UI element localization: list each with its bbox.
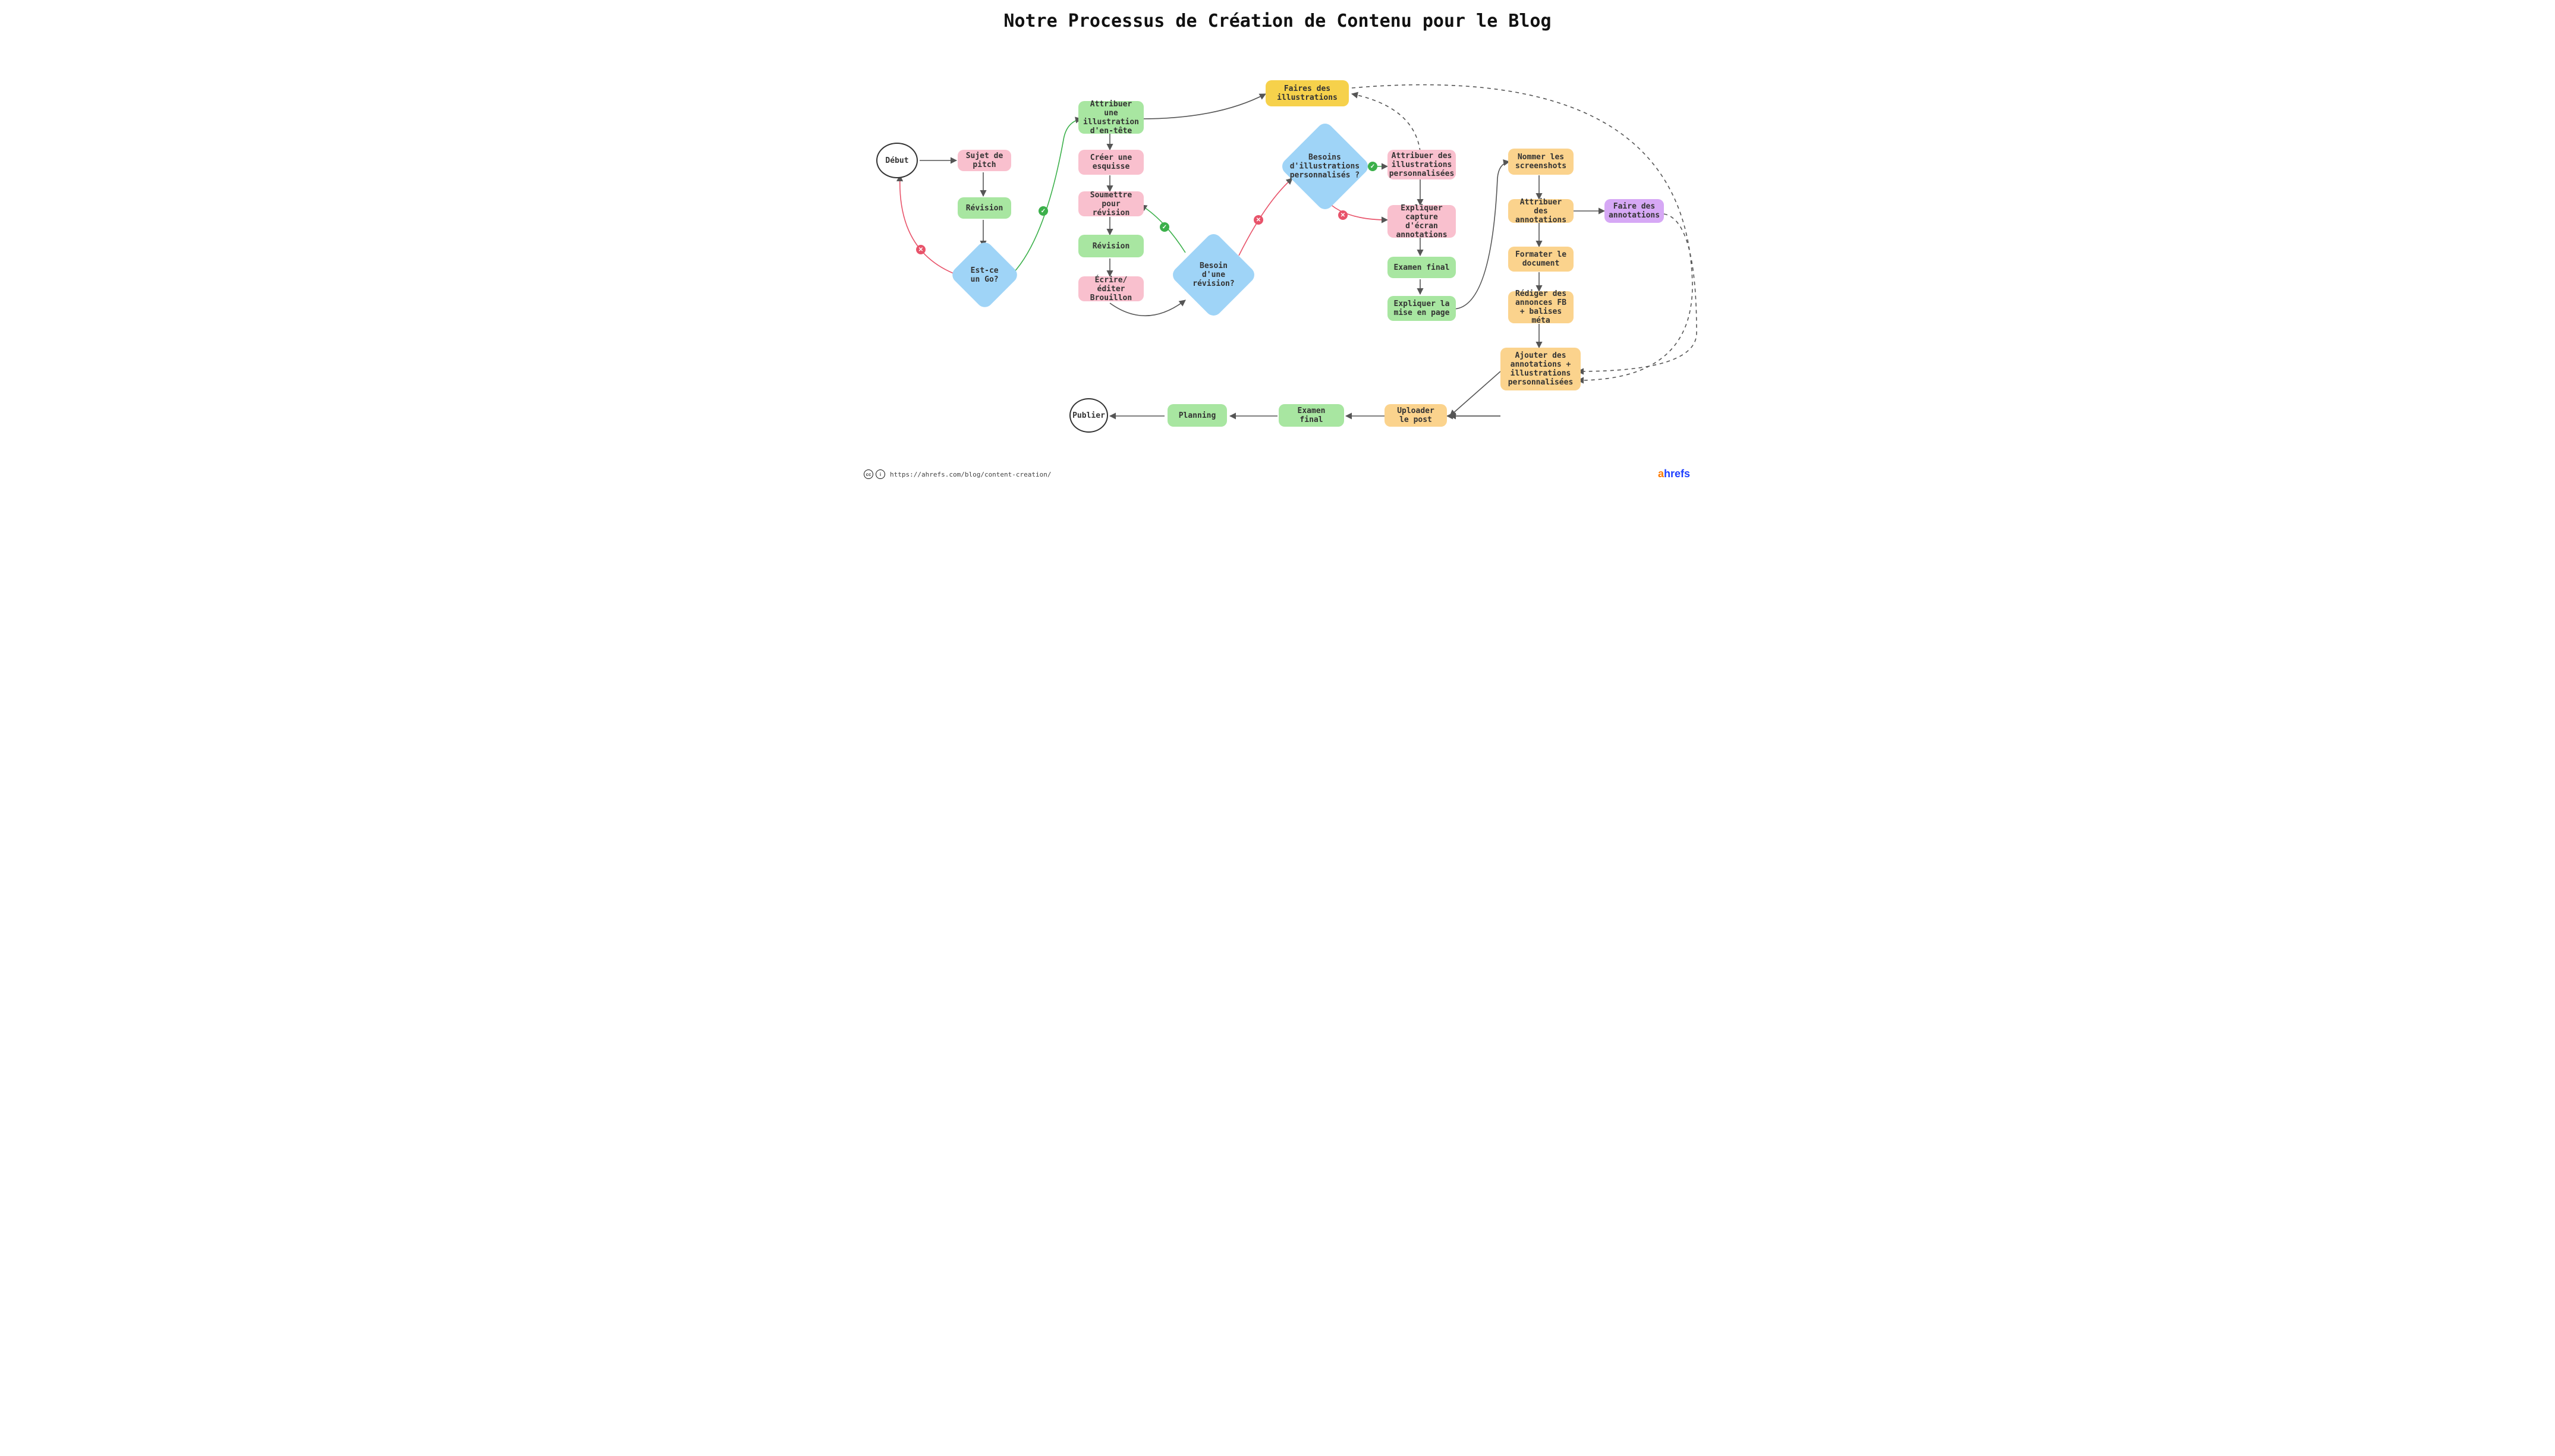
node-name-screenshots: Nommer les screenshots bbox=[1508, 149, 1574, 175]
node-upload-post: Uploader le post bbox=[1385, 404, 1447, 427]
node-add-annotations-illustrations: Ajouter des annotations + illustrations … bbox=[1500, 348, 1581, 390]
node-assign-annotations: Attribuer des annotations bbox=[1508, 199, 1574, 223]
node-submit-review: Soumettre pour révision bbox=[1078, 191, 1144, 216]
node-final-review: Examen final bbox=[1387, 257, 1456, 278]
node-final-review-2: Examen final bbox=[1279, 404, 1344, 427]
node-explain-screenshot-annotations: Expliquer capture d'écran annotations bbox=[1387, 205, 1456, 238]
svg-text:✕: ✕ bbox=[1256, 217, 1261, 223]
edges-layer: ✕ ✓ ✓ ✕ ✓ ✕ bbox=[849, 0, 1706, 487]
node-make-illustrations: Faires des illustrations bbox=[1266, 80, 1349, 106]
source-url: https://ahrefs.com/blog/content-creation… bbox=[890, 471, 1052, 478]
node-need-custom-illustrations: Besoins d'illustrations personnalisés ? bbox=[1279, 120, 1371, 213]
node-planning: Planning bbox=[1168, 404, 1227, 427]
node-format-document: Formater le document bbox=[1508, 247, 1574, 272]
footer: cci https://ahrefs.com/blog/content-crea… bbox=[864, 469, 1052, 479]
node-pitch-subject: Sujet de pitch bbox=[958, 150, 1011, 171]
diagram-title: Notre Processus de Création de Contenu p… bbox=[849, 11, 1706, 31]
cc-license-icon: cci bbox=[864, 469, 885, 479]
node-review-1: Révision bbox=[958, 197, 1011, 219]
node-assign-header-illustration: Attribuer une illustration d'en-tête bbox=[1078, 101, 1144, 134]
svg-text:✕: ✕ bbox=[1341, 212, 1345, 219]
svg-text:✓: ✓ bbox=[1162, 224, 1167, 231]
node-need-revision: Besoin d'une révision? bbox=[1169, 231, 1257, 319]
svg-text:✓: ✓ bbox=[1370, 163, 1375, 170]
node-review-2: Révision bbox=[1078, 235, 1144, 257]
node-create-outline: Créer une esquisse bbox=[1078, 150, 1144, 175]
ahrefs-logo: ahrefs bbox=[1658, 468, 1690, 480]
node-publish: Publier bbox=[1069, 398, 1108, 433]
node-start: Début bbox=[876, 143, 918, 178]
node-do-annotations: Faire des annotations bbox=[1604, 199, 1664, 223]
node-assign-custom-illustrations: Attribuer des illustrations personnalisé… bbox=[1387, 150, 1456, 179]
svg-text:✕: ✕ bbox=[918, 247, 923, 253]
node-write-fb-meta: Rédiger des annonces FB + balises méta bbox=[1508, 291, 1574, 323]
svg-text:✓: ✓ bbox=[1041, 208, 1046, 215]
node-write-edit-draft: Écrire/éditer Brouillon bbox=[1078, 276, 1144, 301]
node-explain-layout: Expliquer la mise en page bbox=[1387, 296, 1456, 321]
node-is-go: Est-ce un Go? bbox=[949, 239, 1020, 310]
